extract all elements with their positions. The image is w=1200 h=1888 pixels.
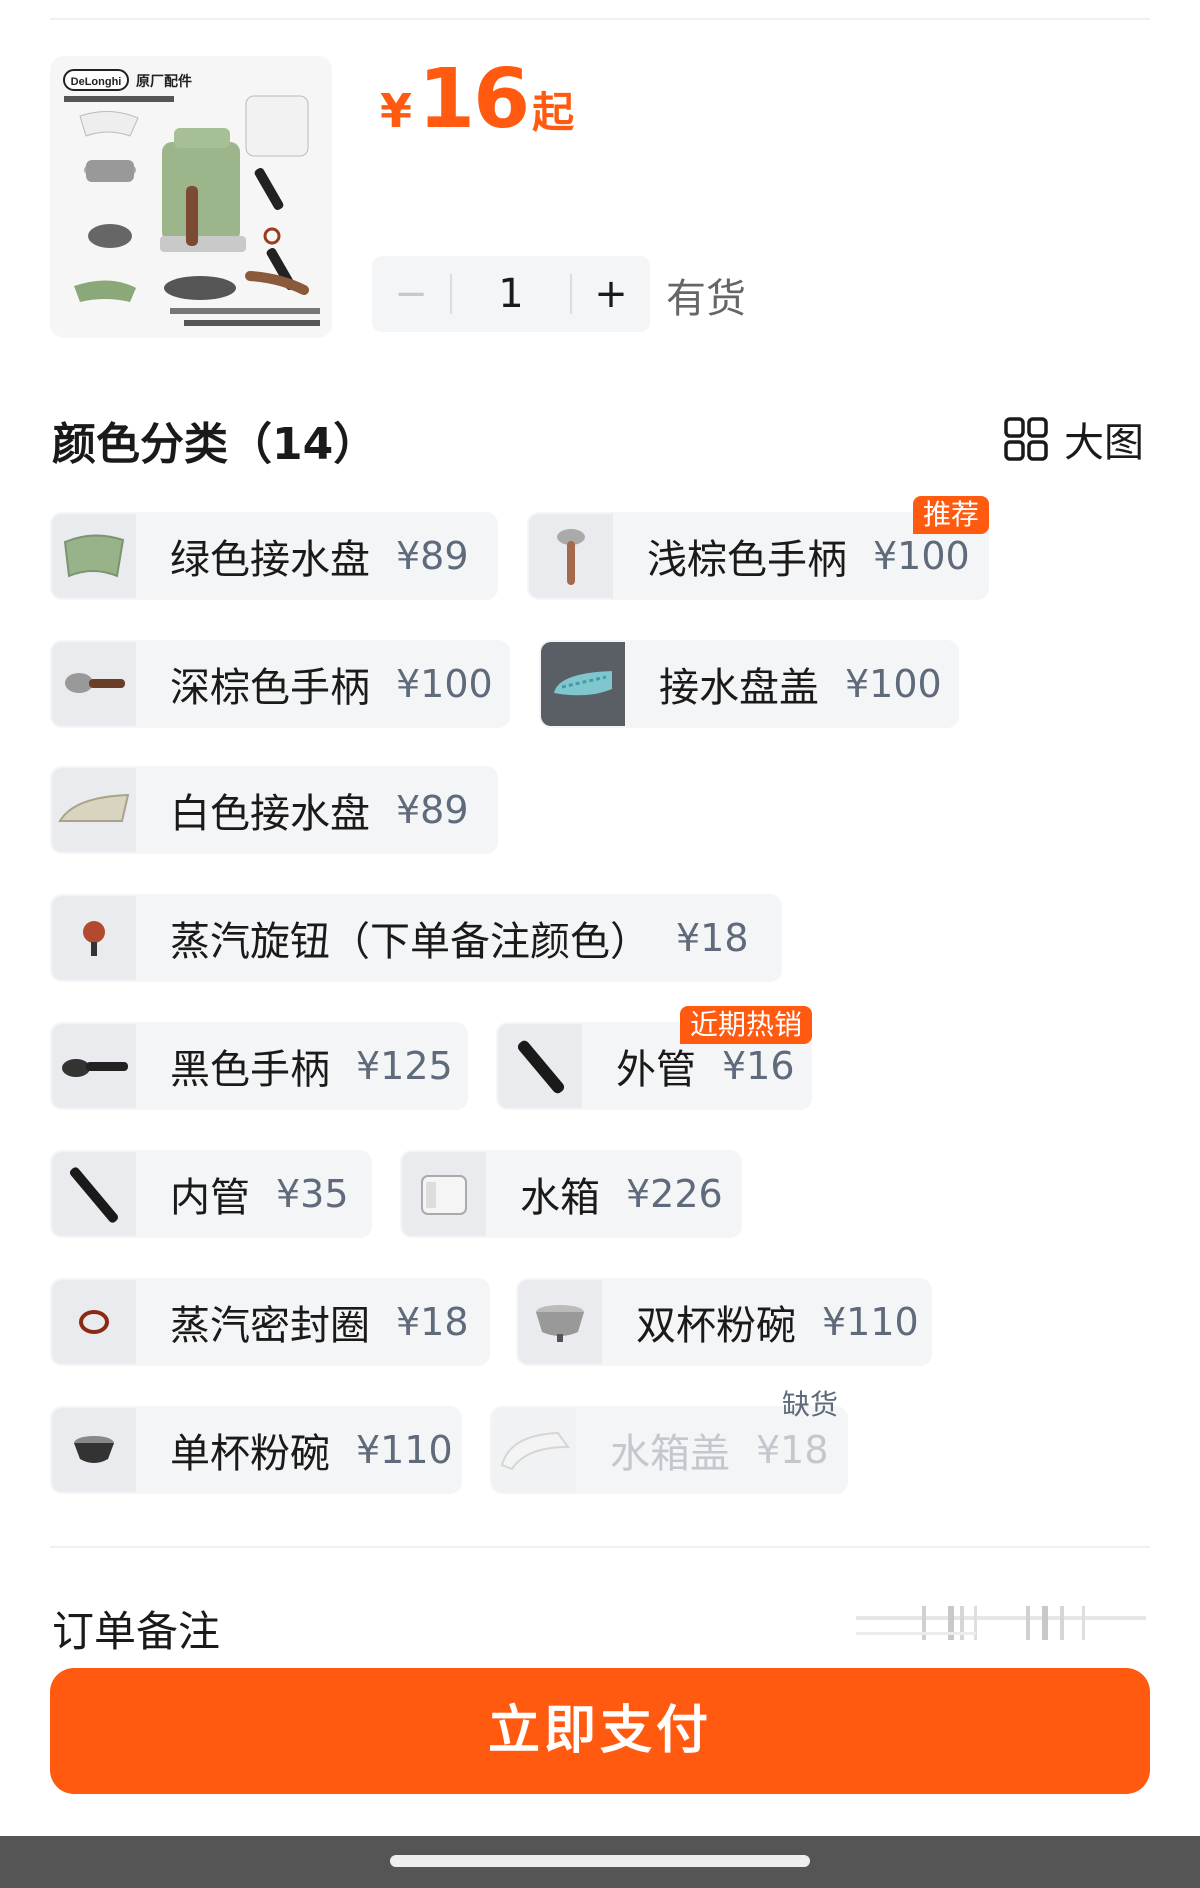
single-filter-basket-icon: [52, 1408, 136, 1492]
green-drip-tray-icon: [52, 514, 136, 598]
drip-tray-cover-icon: [541, 642, 625, 726]
recommend-badge: 推荐: [912, 496, 989, 534]
option-chip[interactable]: 接水盘盖 ¥100: [539, 640, 959, 728]
quantity-stepper: − 1 +: [372, 256, 650, 332]
option-price: ¥89: [396, 788, 469, 832]
home-indicator[interactable]: [390, 1855, 810, 1867]
option-name: 单杯粉碗: [170, 1431, 330, 1477]
option-price: ¥16: [722, 1044, 795, 1088]
section-title: 颜色分类（14）: [52, 419, 378, 470]
option-price: ¥125: [356, 1044, 453, 1088]
inner-tube-icon: [52, 1152, 136, 1236]
black-handle-icon: [52, 1024, 136, 1108]
option-name: 绿色接水盘: [170, 537, 370, 583]
grid-icon: [1004, 417, 1048, 461]
option-chip[interactable]: 水箱 ¥226: [400, 1150, 742, 1238]
order-note-label: 订单备注: [52, 1607, 221, 1656]
order-note-input[interactable]: [856, 1602, 1146, 1644]
option-chip[interactable]: 外管 ¥16 近期热销: [496, 1006, 812, 1110]
svg-text:原厂配件: 原厂配件: [136, 73, 192, 90]
option-price: ¥100: [873, 534, 970, 578]
option-name: 双杯粉碗: [636, 1303, 796, 1349]
price-currency: ¥: [380, 84, 413, 138]
product-image[interactable]: DeLonghi 原厂配件: [50, 56, 332, 338]
option-price: ¥110: [356, 1428, 453, 1472]
option-name: 蒸汽旋钮（下单备注颜色）: [170, 919, 650, 965]
option-chip[interactable]: 双杯粉碗 ¥110: [516, 1278, 932, 1366]
double-filter-basket-icon: [518, 1280, 602, 1364]
option-price: ¥18: [396, 1300, 469, 1344]
svg-text:DeLonghi: DeLonghi: [71, 76, 122, 88]
option-price: ¥100: [845, 662, 942, 706]
outer-tube-icon: [498, 1024, 582, 1108]
big-view-label: 大图: [1064, 420, 1144, 466]
option-name: 内管: [170, 1175, 250, 1221]
option-price: ¥110: [822, 1300, 919, 1344]
option-name: 水箱: [520, 1175, 600, 1221]
price-suffix: 起: [532, 88, 575, 137]
hot-sale-badge: 近期热销: [679, 1006, 812, 1044]
quantity-value[interactable]: 1: [452, 271, 570, 317]
option-chip[interactable]: 蒸汽旋钮（下单备注颜色） ¥18: [50, 894, 782, 982]
white-drip-tray-icon: [52, 768, 136, 852]
option-chip[interactable]: 绿色接水盘 ¥89: [50, 512, 498, 600]
price-value: 16: [418, 52, 530, 147]
water-tank-lid-icon: [492, 1408, 576, 1492]
steam-seal-ring-icon: [52, 1280, 136, 1364]
option-chip[interactable]: 黑色手柄 ¥125: [50, 1022, 468, 1110]
option-name: 深棕色手柄: [170, 665, 370, 711]
option-chip[interactable]: 单杯粉碗 ¥110: [50, 1406, 462, 1494]
option-chip[interactable]: 深棕色手柄 ¥100: [50, 640, 510, 728]
option-price: ¥18: [676, 916, 749, 960]
option-name: 浅棕色手柄: [647, 537, 847, 583]
out-of-stock-badge: 缺货: [781, 1388, 838, 1421]
light-brown-handle-icon: [529, 514, 613, 598]
option-name: 水箱盖: [610, 1431, 730, 1477]
steam-knob-icon: [52, 896, 136, 980]
option-chip[interactable]: 内管 ¥35: [50, 1150, 372, 1238]
option-price: ¥18: [756, 1428, 829, 1472]
increase-button[interactable]: +: [572, 256, 650, 332]
option-chip-disabled: 水箱盖 ¥18 缺货: [490, 1388, 848, 1494]
option-chip[interactable]: 白色接水盘 ¥89: [50, 766, 498, 854]
pay-now-button[interactable]: 立即支付: [50, 1668, 1150, 1794]
big-view-toggle[interactable]: 大图: [1004, 410, 1144, 468]
price: ¥ 16 起: [380, 52, 574, 147]
option-name: 外管: [616, 1047, 696, 1093]
water-tank-icon: [402, 1152, 486, 1236]
option-price: ¥100: [396, 662, 493, 706]
top-divider: [50, 18, 1150, 20]
option-name: 蒸汽密封圈: [170, 1303, 370, 1349]
decrease-button[interactable]: −: [372, 256, 450, 332]
option-price: ¥226: [626, 1172, 723, 1216]
option-price: ¥89: [396, 534, 469, 578]
coffee-parts-photo-icon: DeLonghi 原厂配件: [50, 56, 332, 338]
option-price: ¥35: [276, 1172, 349, 1216]
option-chip[interactable]: 蒸汽密封圈 ¥18: [50, 1278, 490, 1366]
option-name: 黑色手柄: [170, 1047, 330, 1093]
option-chip[interactable]: 浅棕色手柄 ¥100 推荐: [527, 496, 989, 600]
stock-status: 有货: [666, 276, 746, 322]
option-name: 白色接水盘: [170, 791, 370, 837]
option-name: 接水盘盖: [659, 665, 819, 711]
blurred-text-icon: [856, 1606, 1146, 1640]
dark-brown-handle-icon: [52, 642, 136, 726]
section-divider: [50, 1546, 1150, 1548]
